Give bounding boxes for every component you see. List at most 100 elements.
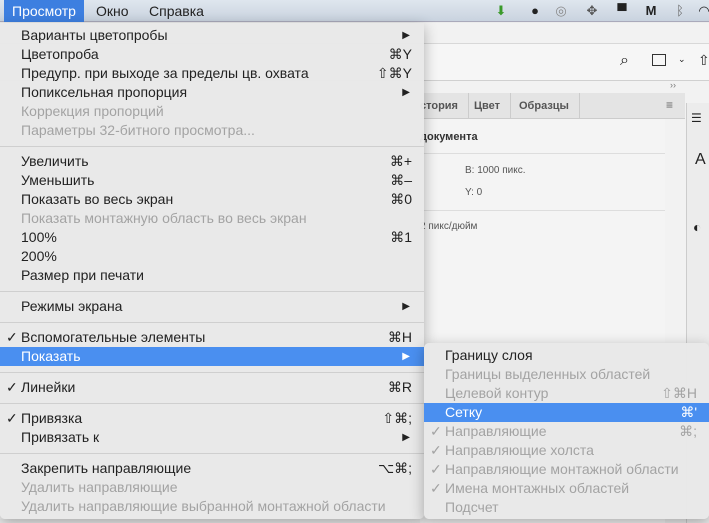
download-icon[interactable]: ⬇ [493,3,509,19]
wifi-icon[interactable]: ◠ [696,3,709,19]
shortcut-label: ⌘Y [388,46,412,62]
menu-item-label: Закрепить направляющие [21,460,192,476]
shortcut-label: ⇧⌘; [382,410,412,426]
submenu-arrow-icon: ▶ [402,30,410,41]
submenu-arrow-icon: ▶ [402,351,410,362]
menu-item[interactable]: Размер при печати [0,266,424,285]
menu-item-label: Режимы экрана [21,298,123,314]
menu-separator [0,372,424,373]
menu-item-label: Попиксельная пропорция [21,84,188,100]
menu-item[interactable]: ✓ Линейки ⌘R [0,378,424,397]
type-icon[interactable]: A [695,151,706,169]
resolution-value: 2 пикс/дюйм [420,221,478,232]
shortcut-label: ⌘+ [389,153,412,169]
menu-item[interactable]: Цветопроба ⌘Y [0,45,424,64]
menu-item-label: Показать монтажную область во весь экран [21,210,307,226]
shortcut-label: ⇧⌘H [661,385,697,401]
menu-item: Показать монтажную область во весь экран [0,209,424,228]
menu-item[interactable]: Сетку ⌘' [424,403,709,422]
share-icon[interactable]: ⇧ [698,52,709,69]
menu-item-label: Уменьшить [21,172,95,188]
menu-item-label: Вспомогательные элементы [21,329,206,345]
workspace-icon[interactable] [652,54,666,66]
menu-item: ✓ Имена монтажных областей [424,479,709,498]
menu-item-label: Границы выделенных областей [445,366,651,382]
menu-item: ✓ Направляющие холста [424,441,709,460]
menu-item-label: Показать [21,348,81,364]
menu-item[interactable]: Уменьшить ⌘– [0,171,424,190]
dropbox-icon[interactable]: ✥ [584,3,600,19]
creative-cloud-icon[interactable]: ◎ [553,3,569,19]
menu-separator [0,146,424,147]
menu-item-label: Линейки [21,379,76,395]
menu-item: Удалить направляющие выбранной монтажной… [0,497,424,516]
menu-item: ✓ Направляющие монтажной области [424,460,709,479]
menu-separator [0,291,424,292]
menu-item-label: Коррекция пропорций [21,103,164,119]
menu-item[interactable]: Показать ▶ [0,347,424,366]
submenu-arrow-icon: ▶ [402,301,410,312]
tab-color[interactable]: Цвет [464,93,512,119]
shortcut-label: ⌘0 [390,191,412,207]
shortcut-label: ⌘' [680,404,697,420]
menu-item-label: Направляющие [445,423,547,439]
menubar-help[interactable]: Справка [141,0,212,22]
menu-item: Подсчет [424,498,709,517]
checkmark-icon: ✓ [430,461,442,477]
menu-item[interactable]: 100% ⌘1 [0,228,424,247]
menu-item: Удалить направляющие [0,478,424,497]
airplay-icon[interactable]: ▀ [614,3,630,19]
collapse-icon[interactable]: ›› [670,80,676,90]
menubar-view[interactable]: Просмотр [4,0,84,22]
menu-item[interactable]: Варианты цветопробы ▶ [0,26,424,45]
panel-menu-icon[interactable]: ≡ [666,98,673,112]
menu-separator [0,403,424,404]
bluetooth-icon[interactable]: ᛒ [672,3,688,19]
menubar-window[interactable]: Окно [88,0,137,22]
tab-swatches[interactable]: Образцы [509,93,580,119]
show-submenu: Границу слоя Границы выделенных областей Ц… [424,343,709,519]
menu-item[interactable]: Привязать к ▶ [0,428,424,447]
checkmark-icon: ✓ [430,423,442,439]
menu-item[interactable]: ✓ Вспомогательные элементы ⌘H [0,328,424,347]
menu-item-label: Показать во весь экран [21,191,174,207]
menu-item[interactable]: Показать во весь экран ⌘0 [0,190,424,209]
menu-separator [0,322,424,323]
shortcut-label: ⌘R [387,379,412,395]
malwarebytes-icon[interactable]: M [643,3,659,19]
checkmark-icon: ✓ [6,329,18,345]
checkmark-icon: ✓ [430,480,442,496]
menu-item[interactable]: Предупр. при выходе за пределы цв. охват… [0,64,424,83]
menu-item[interactable]: Увеличить ⌘+ [0,152,424,171]
shortcut-label: ⌘– [390,172,412,188]
menu-item[interactable]: Границу слоя [424,346,709,365]
menu-item-label: Цветопроба [21,46,99,62]
search-icon[interactable]: ⌕ [620,52,629,70]
menu-item[interactable]: Закрепить направляющие ⌥⌘; [0,459,424,478]
layers-icon[interactable]: ☰ [691,111,702,125]
menu-item-label: 100% [21,229,57,245]
menu-item: Коррекция пропорций [0,102,424,121]
menu-item-label: Удалить направляющие выбранной монтажной… [21,498,386,514]
chevron-down-icon[interactable]: ⌄ [678,54,686,65]
menu-item[interactable]: ✓ Привязка ⇧⌘; [0,409,424,428]
menu-item-label: Привязка [21,410,83,426]
submenu-arrow-icon: ▶ [402,432,410,443]
menu-item[interactable]: Попиксельная пропорция ▶ [0,83,424,102]
evernote-icon[interactable]: ● [527,3,543,19]
menu-item[interactable]: Режимы экрана ▶ [0,297,424,316]
menu-item-label: Имена монтажных областей [445,480,630,496]
checkmark-icon: ✓ [6,410,18,426]
y-value: Y: 0 [465,187,483,198]
menu-item-label: Размер при печати [21,267,144,283]
menu-item-label: Подсчет [445,499,499,515]
shortcut-label: ⇧⌘Y [376,65,412,81]
menu-item-label: Направляющие холста [445,442,594,458]
shortcut-label: ⌥⌘; [377,460,412,476]
tab-history[interactable]: стория [420,93,469,119]
menu-item-label: Привязать к [21,429,100,445]
checkmark-icon: ✓ [430,442,442,458]
adjustments-icon[interactable]: ◐ [693,219,701,235]
width-value: В: 1000 пикс. [465,165,526,176]
menu-item[interactable]: 200% [0,247,424,266]
